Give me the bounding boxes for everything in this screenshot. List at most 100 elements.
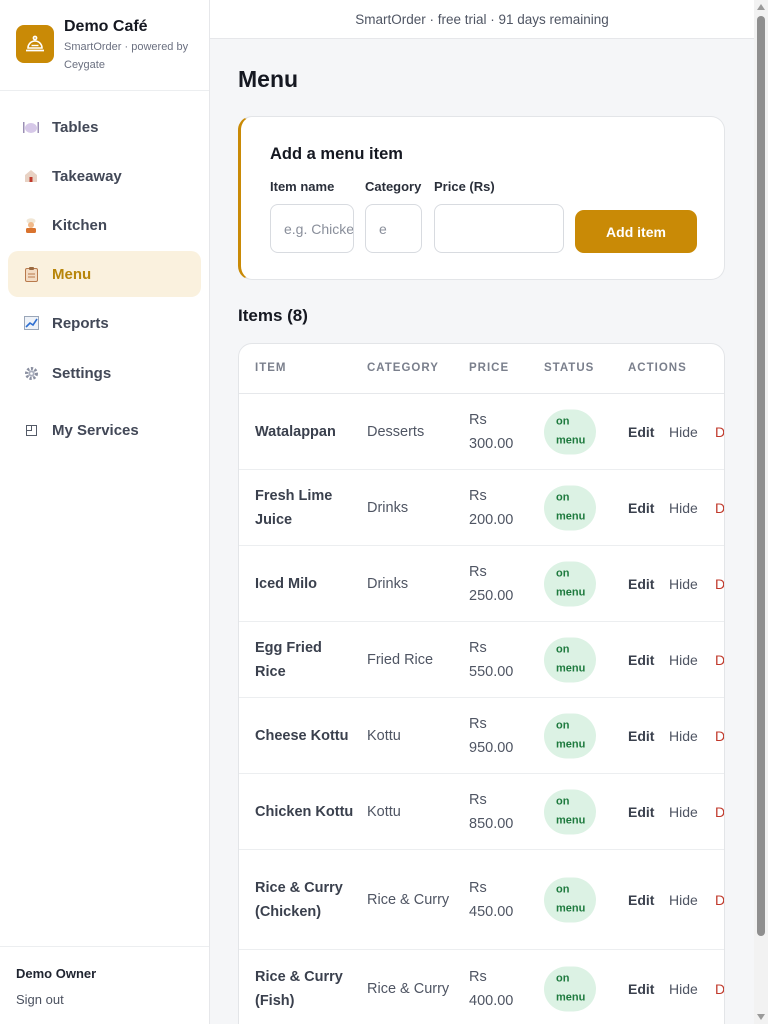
status-badge: on menu [544, 966, 596, 1011]
edit-button[interactable]: Edit [628, 572, 654, 596]
edit-button[interactable]: Edit [628, 888, 654, 912]
sidebar-item-reports[interactable]: Reports [8, 300, 201, 346]
sidebar-item-label: My Services [52, 421, 139, 439]
item-name: Rice & Curry (Chicken) [255, 879, 343, 920]
column-header-actions: ACTIONS [628, 362, 687, 374]
price-input[interactable] [434, 204, 564, 253]
add-item-title: Add a menu item [270, 145, 403, 163]
items-table: ITEM CATEGORY PRICE STATUS ACTIONS Watal… [238, 343, 725, 1024]
item-name: Rice & Curry (Fish) [255, 968, 343, 1009]
column-header-category: CATEGORY [367, 362, 439, 374]
item-category: Kottu [367, 803, 401, 820]
item-name: Cheese Kottu [255, 727, 349, 744]
clipboard-icon [23, 266, 39, 282]
window-icon [23, 422, 39, 438]
delete-button[interactable]: D [715, 888, 724, 912]
page-scrollbar[interactable] [754, 0, 768, 1024]
brand-name: Demo Café [64, 18, 148, 35]
hide-button[interactable]: Hide [669, 888, 698, 912]
delete-button[interactable]: D [715, 648, 724, 672]
item-category: Fried Rice [367, 651, 434, 668]
item-price: Rs 200.00 [469, 487, 514, 528]
column-header-price: PRICE [469, 362, 510, 374]
hide-button[interactable]: Hide [669, 572, 698, 596]
items-heading: Items (8) [238, 306, 308, 325]
sidebar: Demo Café SmartOrder · powered by Ceygat… [0, 0, 210, 1024]
status-badge: on menu [544, 877, 596, 922]
item-price: Rs 550.00 [469, 639, 514, 680]
status-badge: on menu [544, 789, 596, 834]
page-title: Menu [238, 66, 299, 92]
sidebar-item-kitchen[interactable]: Kitchen [8, 202, 201, 248]
status-badge: on menu [544, 637, 596, 682]
table-row: Rice & Curry (Fish) Rice & Curry Rs 400.… [239, 950, 724, 1024]
delete-button[interactable]: D [715, 977, 724, 1001]
delete-button[interactable]: D [715, 572, 724, 596]
sign-out-link[interactable]: Sign out [16, 992, 64, 1007]
sidebar-item-tables[interactable]: Tables [8, 104, 201, 150]
item-price: Rs 850.00 [469, 791, 514, 832]
sidebar-item-my-services[interactable]: My Services [8, 407, 201, 453]
price-label: Price (Rs) [434, 179, 495, 194]
column-header-item: ITEM [255, 362, 287, 374]
add-item-button[interactable]: Add item [575, 210, 697, 253]
status-badge: on menu [544, 713, 596, 758]
item-price: Rs 300.00 [469, 411, 514, 452]
sidebar-item-label: Menu [52, 265, 92, 283]
hide-button[interactable]: Hide [669, 648, 698, 672]
delete-button[interactable]: D [715, 420, 724, 444]
table-row: Chicken Kottu Kottu Rs 850.00 on menu Ed… [239, 774, 724, 850]
scrollbar-thumb[interactable] [757, 16, 765, 936]
sidebar-item-label: Takeaway [52, 167, 122, 185]
cloche-icon [16, 25, 54, 63]
delete-button[interactable]: D [715, 800, 724, 824]
edit-button[interactable]: Edit [628, 420, 654, 444]
item-price: Rs 450.00 [469, 879, 514, 920]
add-item-card: Add a menu item Item name Category Price… [238, 116, 725, 280]
column-header-status: STATUS [544, 362, 595, 374]
hide-button[interactable]: Hide [669, 496, 698, 520]
delete-button[interactable]: D [715, 496, 724, 520]
sidebar-item-label: Kitchen [52, 216, 108, 234]
gear-icon [23, 365, 39, 381]
delete-button[interactable]: D [715, 724, 724, 748]
sidebar-footer: Demo Owner Sign out [0, 946, 209, 1024]
table-row: Fresh Lime Juice Drinks Rs 200.00 on men… [239, 470, 724, 546]
edit-button[interactable]: Edit [628, 724, 654, 748]
item-category: Desserts [367, 423, 425, 440]
item-name: Iced Milo [255, 575, 318, 592]
edit-button[interactable]: Edit [628, 648, 654, 672]
hide-button[interactable]: Hide [669, 977, 698, 1001]
status-badge: on menu [544, 561, 596, 606]
item-name-label: Item name [270, 179, 335, 194]
scroll-up-icon[interactable] [757, 4, 765, 10]
sidebar-item-takeaway[interactable]: Takeaway [8, 153, 201, 199]
sidebar-item-menu[interactable]: Menu [8, 251, 201, 297]
item-price: Rs 400.00 [469, 968, 514, 1009]
item-name-input[interactable] [270, 204, 354, 253]
item-price: Rs 250.00 [469, 563, 514, 604]
item-category: Drinks [367, 499, 409, 516]
sidebar-item-label: Settings [52, 364, 112, 382]
sidebar-item-settings[interactable]: Settings [8, 350, 201, 396]
item-name: Fresh Lime Juice [255, 487, 333, 528]
brand-subtitle: SmartOrder · powered by Ceygate [64, 41, 189, 71]
edit-button[interactable]: Edit [628, 977, 654, 1001]
table-row: Watalappan Desserts Rs 300.00 on menu Ed… [239, 394, 724, 470]
table-row: Rice & Curry (Chicken) Rice & Curry Rs 4… [239, 850, 724, 950]
hide-button[interactable]: Hide [669, 420, 698, 444]
table-row: Cheese Kottu Kottu Rs 950.00 on menu Edi… [239, 698, 724, 774]
chart-icon [23, 315, 39, 331]
plate-icon [23, 119, 39, 135]
user-name: Demo Owner [16, 966, 97, 981]
edit-button[interactable]: Edit [628, 800, 654, 824]
category-input[interactable] [365, 204, 422, 253]
trial-banner: SmartOrder · free trial · 91 days remain… [210, 0, 754, 39]
edit-button[interactable]: Edit [628, 496, 654, 520]
brand: Demo Café SmartOrder · powered by Ceygat… [0, 0, 209, 91]
scroll-down-icon[interactable] [757, 1014, 765, 1020]
hide-button[interactable]: Hide [669, 724, 698, 748]
item-category: Kottu [367, 727, 401, 744]
hide-button[interactable]: Hide [669, 800, 698, 824]
status-badge: on menu [544, 409, 596, 454]
